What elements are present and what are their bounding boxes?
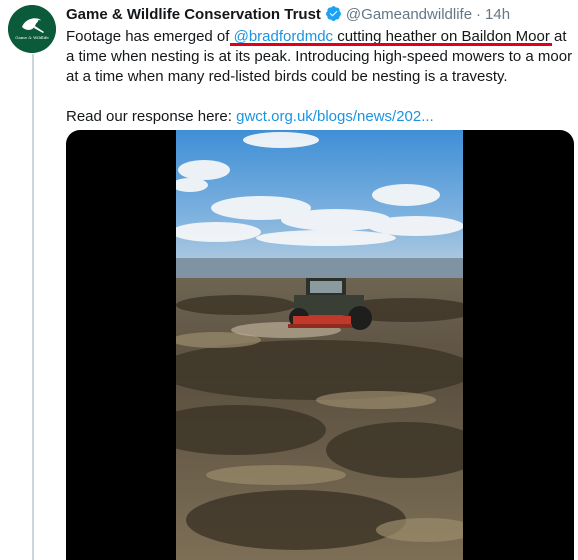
avatar-text: Game & Wildlife — [15, 35, 49, 40]
tweet-text: Footage has emerged of @bradfordmdc cutt… — [66, 27, 574, 127]
thread-line — [32, 54, 34, 560]
pheasant-logo-icon — [8, 5, 56, 53]
tweet-text-segment: Footage has emerged of — [66, 28, 234, 45]
separator-dot: · — [476, 6, 482, 23]
read-prefix: Read our response here: — [66, 108, 237, 125]
tweet-paragraph: Read our response here: gwct.org.uk/blog… — [66, 107, 574, 127]
video-frame — [176, 130, 463, 560]
article-link[interactable]: gwct.org.uk/blogs/news/202... — [236, 108, 434, 125]
tweet-header: Game & Wildlife Conservation Trust @Gamea… — [66, 5, 510, 27]
verified-badge-icon — [325, 5, 342, 27]
author-name[interactable]: Game & Wildlife Conservation Trust — [66, 6, 321, 23]
video-player[interactable] — [66, 130, 574, 560]
tweet-timestamp[interactable]: 14h — [485, 6, 510, 23]
tweet-paragraph: Footage has emerged of @bradfordmdc cutt… — [66, 27, 574, 87]
author-handle[interactable]: @Gameandwildlife — [346, 6, 472, 23]
red-underline-annotation — [230, 43, 552, 46]
avatar[interactable]: Game & Wildlife — [8, 5, 56, 53]
